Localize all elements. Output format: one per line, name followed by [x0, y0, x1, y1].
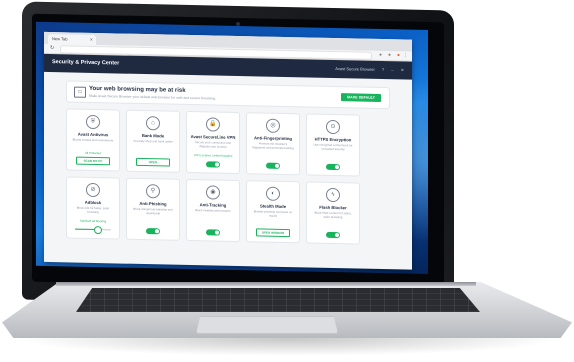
feature-card: ◐ Stealth Mode Browse privately and leave …: [246, 180, 300, 244]
mask-icon: ◐: [266, 186, 280, 201]
flash-icon: ϟ: [326, 187, 340, 203]
feature-toggle[interactable]: [326, 163, 340, 171]
minimize-icon[interactable]: –: [391, 67, 393, 72]
card-description: Block flash content for faster, safer br…: [314, 211, 352, 219]
laptop-hinge: [56, 282, 476, 286]
card-title: Stealth Mode: [259, 203, 287, 210]
adblock-level-slider[interactable]: [75, 225, 111, 235]
feature-card: 🔒 Avast SecureLine VPN Secure your connect…: [186, 110, 240, 175]
feature-toggle[interactable]: [266, 162, 280, 169]
feature-card: ◎ Anti-Fingerprinting Protects the browser…: [246, 112, 300, 176]
card-status: VPN Location: United Kingdom: [193, 153, 233, 158]
card-title: Anti-Phishing: [139, 200, 167, 207]
fingerprint-icon: ◎: [266, 118, 280, 133]
card-status: Standard ad blocking: [79, 218, 107, 224]
slider-handle[interactable]: [93, 225, 102, 235]
header-tools: Avast Secure Browser ? – ✕: [329, 66, 404, 72]
close-icon[interactable]: ✕: [90, 35, 93, 45]
card-action-button[interactable]: SCAN MY PC: [76, 156, 110, 166]
browser-window: New Tab ✕ ↻ ● ● ● ⋮ Security & Privacy C…: [44, 31, 412, 270]
browser-menu-icon[interactable]: ●: [397, 52, 400, 58]
feature-card: ⊘ Adblock Block ads for faster, safer brow…: [66, 176, 120, 240]
feature-toggle[interactable]: [326, 231, 340, 239]
laptop-screen: New Tab ✕ ↻ ● ● ● ⋮ Security & Privacy C…: [36, 21, 428, 274]
card-description: Use encrypted connections for increased …: [313, 143, 353, 152]
page-title: Security & Privacy Center: [52, 59, 120, 67]
shield-icon: ⛨: [86, 114, 100, 130]
card-action-button[interactable]: OPEN WINDOW: [256, 228, 290, 238]
card-description: Securely shop and bank online: [133, 139, 173, 144]
card-description: Blocks viruses and ransomware: [72, 138, 114, 143]
card-description: Secure your connection and disguise your…: [195, 141, 231, 149]
trackpad: [196, 316, 338, 334]
keyboard: [76, 288, 480, 312]
feature-toggle[interactable]: [146, 228, 160, 235]
card-title: Avast Antivirus: [77, 131, 109, 138]
card-description: Protects the browser's fingerprint and p…: [252, 142, 294, 150]
tab-title: New Tab: [52, 36, 68, 42]
adblock-icon: ⊘: [86, 182, 100, 198]
card-title: Bank Mode: [141, 132, 165, 139]
eye-icon: ◉: [206, 185, 220, 200]
fishhook-icon: ⚲: [146, 184, 160, 199]
refresh-icon[interactable]: ↻: [50, 45, 54, 51]
close-icon[interactable]: ✕: [401, 67, 404, 72]
menu-icon[interactable]: ⋮: [403, 52, 408, 58]
feature-toggle[interactable]: [206, 229, 220, 236]
card-title: Adblock: [84, 199, 102, 206]
https-icon: ⊙: [326, 119, 340, 135]
card-title: Flash Blocker: [319, 204, 347, 211]
feature-card: ϟ Flash Blocker Block flash content for fa…: [306, 181, 360, 245]
card-description: Block dangerous websites and downloads: [133, 207, 173, 216]
risk-banner: ▭ Your web browsing may be at risk Make …: [66, 80, 390, 110]
card-status: All Protected: [85, 150, 101, 156]
laptop-lid: New Tab ✕ ↻ ● ● ● ⋮ Security & Privacy C…: [22, 1, 454, 309]
feature-card: ⚲ Anti-Phishing Block dangerous websites a…: [126, 177, 180, 241]
browser-window-icon: ▭: [74, 86, 86, 98]
extension-icon[interactable]: ●: [379, 52, 382, 58]
feature-grid: ⛨ Avast Antivirus Blocks viruses and ranso…: [66, 108, 390, 245]
feature-toggle[interactable]: [206, 161, 220, 168]
bank-icon: ⌂: [146, 116, 160, 131]
banner-subtitle: Make Avast Secure Browser your default w…: [89, 93, 216, 101]
card-title: Anti-Fingerprinting: [254, 135, 292, 142]
banner-title: Your web browsing may be at risk: [89, 85, 186, 94]
card-title: Avast SecureLine VPN: [190, 134, 236, 140]
card-title: HTTPS Encryption: [314, 136, 352, 143]
card-action-button[interactable]: OPEN: [136, 157, 170, 167]
feature-card: ⌂ Bank Mode Securely shop and bank online O…: [126, 109, 180, 173]
help-icon[interactable]: ?: [382, 67, 384, 72]
feature-card: ⊙ HTTPS Encryption Use encrypted connectio…: [306, 113, 360, 177]
lock-icon: 🔒: [206, 117, 220, 132]
make-default-button[interactable]: MAKE DEFAULT: [341, 93, 381, 102]
card-description: Block invisible web trackers: [195, 209, 231, 213]
main-content: ▭ Your web browsing may be at risk Make …: [44, 72, 412, 246]
feature-card: ⛨ Avast Antivirus Blocks viruses and ranso…: [66, 108, 120, 172]
card-title: Anti-Tracking: [199, 202, 227, 208]
header-tool-browser[interactable]: Avast Secure Browser: [335, 66, 375, 72]
card-description: Block ads for faster, safer browsing: [76, 206, 110, 214]
card-description: Browse privately and leave no traces: [253, 210, 293, 218]
feature-card: ◉ Anti-Tracking Block invisible web tracke…: [186, 178, 240, 243]
extension-icon[interactable]: ●: [388, 52, 391, 58]
